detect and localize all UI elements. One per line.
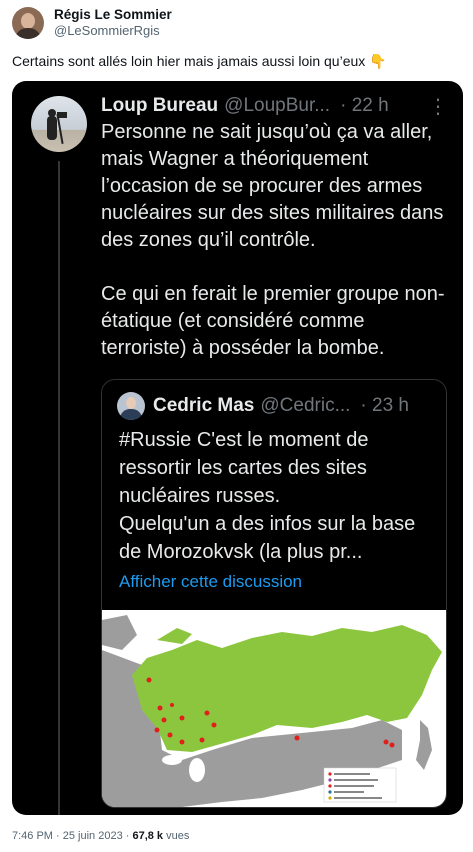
nested-time-separator: ·	[360, 395, 367, 416]
more-icon[interactable]: ⋮	[428, 94, 448, 119]
quoted-tweet-time[interactable]: · 22 h	[340, 95, 389, 117]
quoted-tweet-card[interactable]: Loup Bureau @LoupBur... · 22 h ⋮ Personn…	[12, 81, 463, 815]
tweet-timestamp[interactable]: 7:46 PM · 25 juin 2023	[12, 830, 123, 842]
views-count: 67,8 k	[132, 830, 164, 842]
views-label: vues	[166, 830, 190, 842]
nested-tweet-time[interactable]: · 23 h	[360, 395, 409, 417]
quoted-tweet-header: Loup Bureau @LoupBur... · 22 h ⋮	[101, 93, 448, 119]
tweet-header: Régis Le Sommier @LeSommierRgis	[12, 6, 172, 40]
thread-line	[58, 161, 60, 815]
nested-author-avatar[interactable]	[117, 392, 145, 420]
nuclear-sites-map[interactable]	[102, 610, 446, 807]
quoted-author-name[interactable]: Loup Bureau	[101, 95, 218, 117]
tweet-text: Certains sont allés loin hier mais jamai…	[12, 53, 387, 69]
nested-tweet-header: Cedric Mas @Cedric... · 23 h	[117, 392, 436, 420]
tweet-footer: 7:46 PM · 25 juin 2023 · 67,8 k vues	[12, 830, 190, 842]
show-thread-link[interactable]: Afficher cette discussion	[119, 572, 302, 592]
author-name[interactable]: Régis Le Sommier	[54, 7, 172, 23]
nested-author-handle[interactable]: @Cedric...	[260, 395, 350, 417]
author-handle[interactable]: @LeSommierRgis	[54, 23, 172, 39]
nested-tweet-text: #Russie C'est le moment de ressortir les…	[119, 429, 416, 563]
time-separator: ·	[340, 95, 347, 116]
author-block: Régis Le Sommier @LeSommierRgis	[54, 7, 172, 39]
nested-time-value: 23 h	[372, 395, 409, 416]
map-legend	[323, 767, 397, 803]
quoted-author-avatar[interactable]	[31, 96, 87, 152]
author-avatar[interactable]	[12, 7, 44, 39]
nested-author-name[interactable]: Cedric Mas	[153, 395, 254, 417]
quoted-author-handle[interactable]: @LoupBur...	[224, 95, 330, 117]
nested-tweet-card[interactable]: Cedric Mas @Cedric... · 23 h #Russie C'e…	[101, 379, 447, 808]
quoted-time-value: 22 h	[351, 95, 389, 116]
quoted-tweet-text: Personne ne sait jusqu’où ça va aller, m…	[101, 121, 445, 359]
